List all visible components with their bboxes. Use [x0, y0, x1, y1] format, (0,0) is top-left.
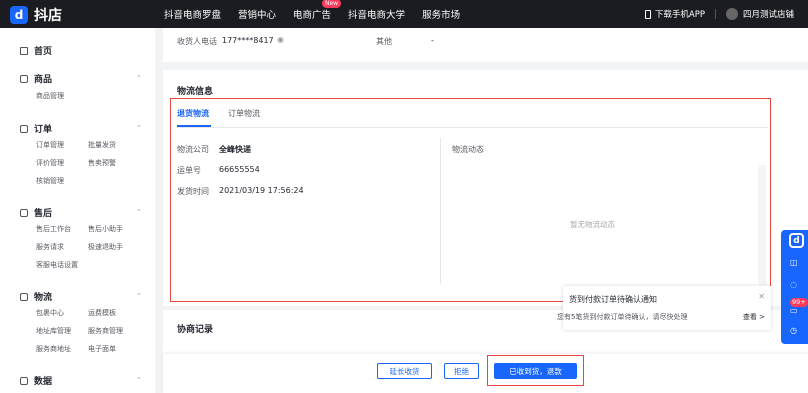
other-value: - [431, 36, 434, 45]
eye-icon[interactable]: ◉ [277, 35, 284, 44]
sidebar-item-freight-template[interactable]: 运费模板 [88, 308, 116, 318]
chevron-up-icon[interactable]: ⌃ [136, 208, 142, 216]
sidebar-item-provider-manage[interactable]: 服务商管理 [88, 326, 123, 336]
sidebar-item-aftersale-desk[interactable]: 售后工作台 [36, 224, 71, 234]
extend-receive-button[interactable]: 延长收货 [377, 363, 432, 379]
nav-ads[interactable]: 电商广告 New [293, 0, 342, 21]
sidebar-group-orders[interactable]: 订单 [20, 122, 52, 135]
top-right-area: 下载手机APP 四月测试店铺 [644, 0, 794, 28]
service-icon [20, 208, 28, 217]
sidebar-item-label: 首页 [34, 47, 53, 57]
sidebar-item-goods-manage[interactable]: 商品管理 [36, 91, 64, 101]
book-icon[interactable]: ◫ [790, 258, 798, 267]
highlight-box-logistics [170, 98, 771, 302]
sidebar-item-verify[interactable]: 核销管理 [36, 176, 64, 186]
sidebar-item-cs-phone[interactable]: 客服电话设置 [36, 260, 78, 270]
app-logo[interactable]: d 抖店 [10, 5, 62, 25]
highlight-box-action [487, 355, 584, 386]
download-app-link[interactable]: 下载手机APP [655, 8, 705, 20]
sidebar-item-provider-address[interactable]: 服务商地址 [36, 344, 71, 354]
headset-icon[interactable]: ◌ [790, 280, 797, 289]
sidebar-item-order-manage[interactable]: 订单管理 [36, 140, 64, 150]
notice-title: 货到付款订单待确认通知 [569, 295, 657, 304]
sidebar-item-batch-ship[interactable]: 批量发货 [88, 140, 116, 150]
message-icon[interactable]: ▭ [790, 306, 798, 315]
action-bar [163, 354, 808, 393]
shop-name[interactable]: 四月测试店铺 [743, 8, 794, 20]
sidebar: 首页 商品 ⌃ 商品管理 订单 ⌃ 订单管理 批量发货 评价管理 售卖预警 核销… [0, 28, 155, 393]
sidebar-item-sale-alert[interactable]: 售卖预警 [88, 158, 116, 168]
bag-icon [20, 74, 28, 83]
nav-service-market[interactable]: 服务市场 [422, 7, 460, 21]
close-icon[interactable]: ✕ [758, 292, 765, 301]
nav-marketing[interactable]: 营销中心 [238, 7, 276, 21]
logo-text: 抖店 [34, 8, 62, 24]
logo-icon[interactable]: d [789, 233, 804, 248]
sidebar-group-label: 售后 [34, 209, 53, 219]
chevron-up-icon[interactable]: ⌃ [136, 292, 142, 300]
sidebar-item-home[interactable]: 首页 [20, 44, 52, 57]
chevron-up-icon[interactable]: ⌃ [136, 124, 142, 132]
sidebar-group-data[interactable]: 数据 [20, 374, 52, 387]
chevron-up-icon[interactable]: ⌃ [136, 376, 142, 384]
home-icon [20, 46, 28, 55]
sidebar-item-fast-refund[interactable]: 极速退助手 [88, 242, 123, 252]
phone-label: 收货人电话 [177, 37, 217, 46]
sidebar-group-aftersale[interactable]: 售后 [20, 206, 52, 219]
notification-popup[interactable]: 货到付款订单待确认通知 ✕ 您有5笔货到付款订单待确认，请尽快处理 查看 > [557, 286, 771, 330]
other-label: 其他 [376, 37, 392, 46]
order-icon [20, 124, 28, 133]
sidebar-group-label: 商品 [34, 75, 53, 85]
sidebar-item-reviews[interactable]: 评价管理 [36, 158, 64, 168]
nav-ads-label: 电商广告 [293, 10, 332, 21]
chevron-up-icon[interactable]: ⌃ [136, 74, 142, 82]
chart-icon [20, 376, 28, 385]
divider [714, 9, 716, 19]
clock-icon[interactable]: ◷ [790, 326, 797, 335]
sidebar-item-package-center[interactable]: 包裹中心 [36, 308, 64, 318]
phone-icon [644, 9, 651, 19]
sidebar-group-logistics[interactable]: 物流 [20, 290, 52, 303]
top-nav: 抖音电商罗盘 营销中心 电商广告 New 抖音电商大学 服务市场 [164, 0, 477, 28]
sidebar-group-label: 物流 [34, 293, 53, 303]
sidebar-item-service-request[interactable]: 服务请求 [36, 242, 64, 252]
sidebar-item-aftersale-helper[interactable]: 售后小助手 [88, 224, 123, 234]
nav-compass[interactable]: 抖音电商罗盘 [164, 7, 221, 21]
notice-view-link[interactable]: 查看 > [743, 312, 765, 322]
receiver-card: 收货人电话 177****8417 ◉ 其他 - [163, 28, 808, 62]
sidebar-item-e-waybill[interactable]: 电子面单 [88, 344, 116, 354]
logo-icon: d [10, 6, 28, 24]
sidebar-item-address-lib[interactable]: 地址库管理 [36, 326, 71, 336]
negotiation-title: 协商记录 [177, 325, 214, 335]
sidebar-group-label: 订单 [34, 125, 53, 135]
sidebar-group-goods[interactable]: 商品 [20, 72, 52, 85]
phone-value: 177****8417 [222, 36, 274, 45]
logistics-title: 物流信息 [177, 87, 214, 97]
sidebar-group-label: 数据 [34, 377, 53, 387]
new-badge: New [321, 0, 342, 8]
nav-university[interactable]: 抖音电商大学 [348, 7, 405, 21]
truck-icon [20, 292, 28, 301]
top-bar: d 抖店 抖音电商罗盘 营销中心 电商广告 New 抖音电商大学 服务市场 下载手… [0, 0, 808, 28]
avatar[interactable] [725, 8, 738, 20]
reject-button[interactable]: 拒绝 [444, 363, 479, 379]
notice-text: 您有5笔货到付款订单待确认，请尽快处理 [557, 313, 688, 321]
